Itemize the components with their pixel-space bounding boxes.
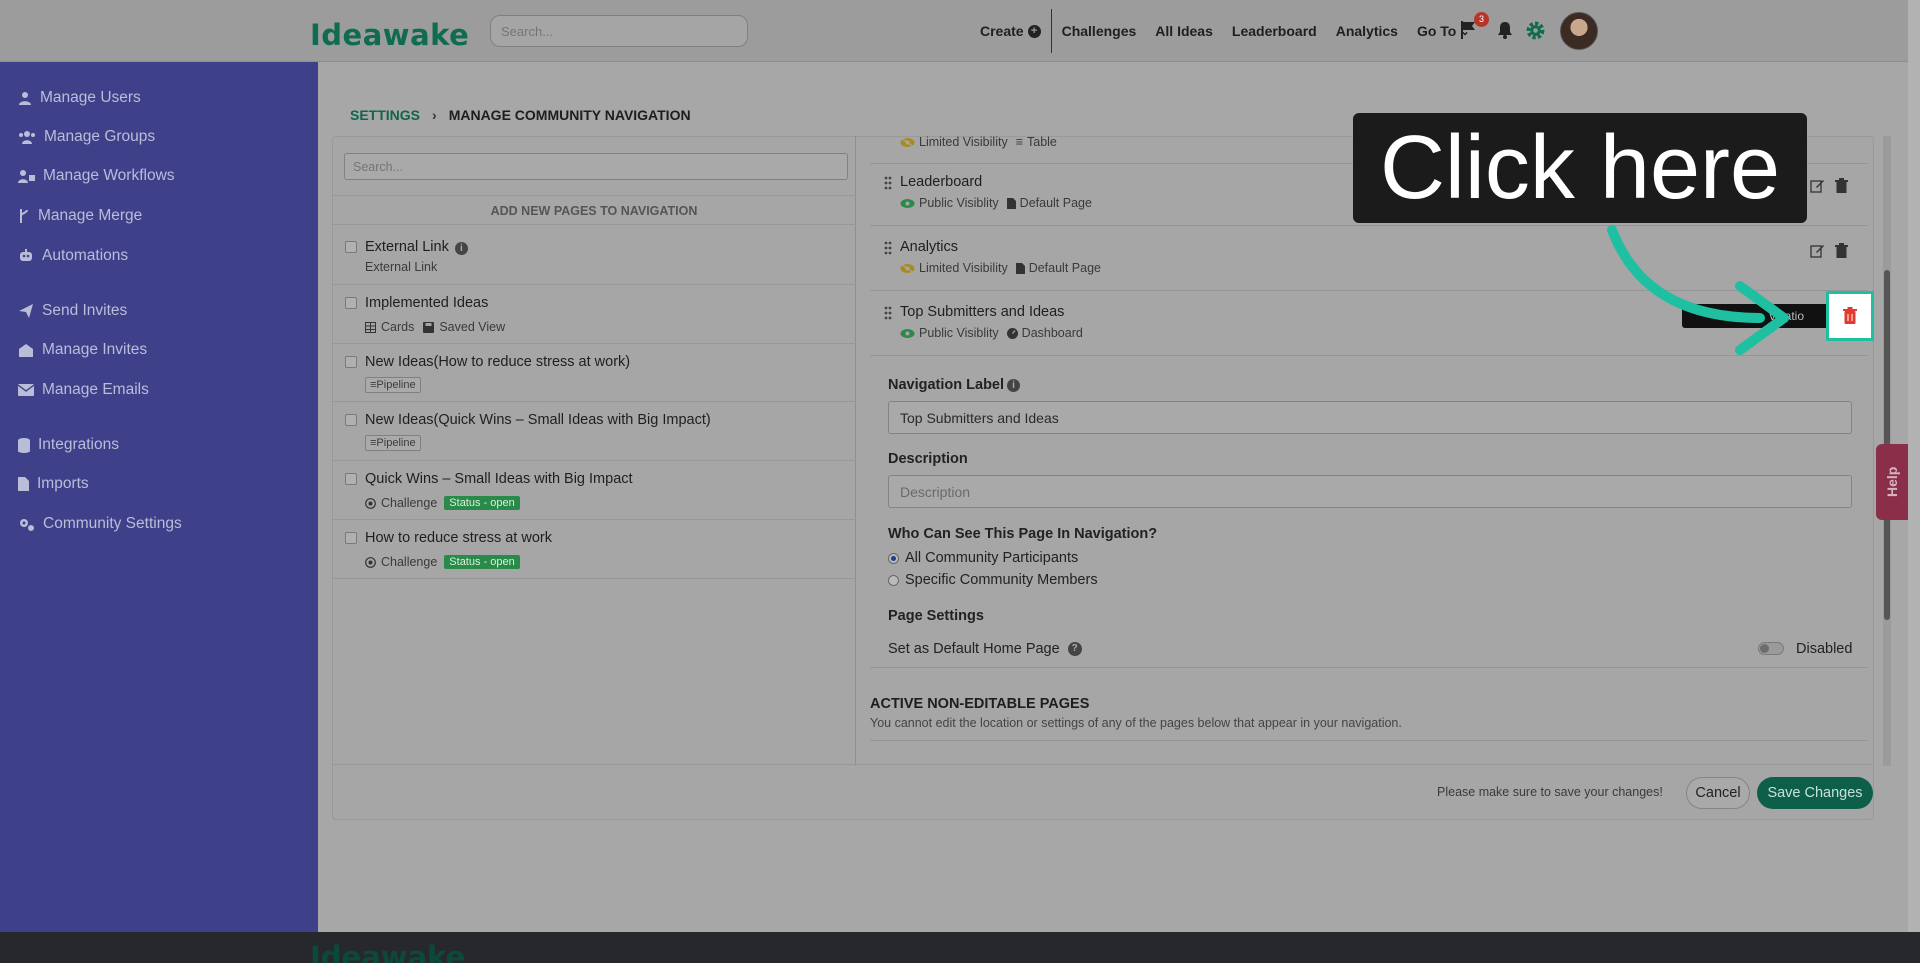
pointer-arrow bbox=[1607, 225, 1789, 355]
highlighted-delete-button[interactable] bbox=[1826, 291, 1874, 341]
trash-icon[interactable] bbox=[1843, 307, 1857, 324]
